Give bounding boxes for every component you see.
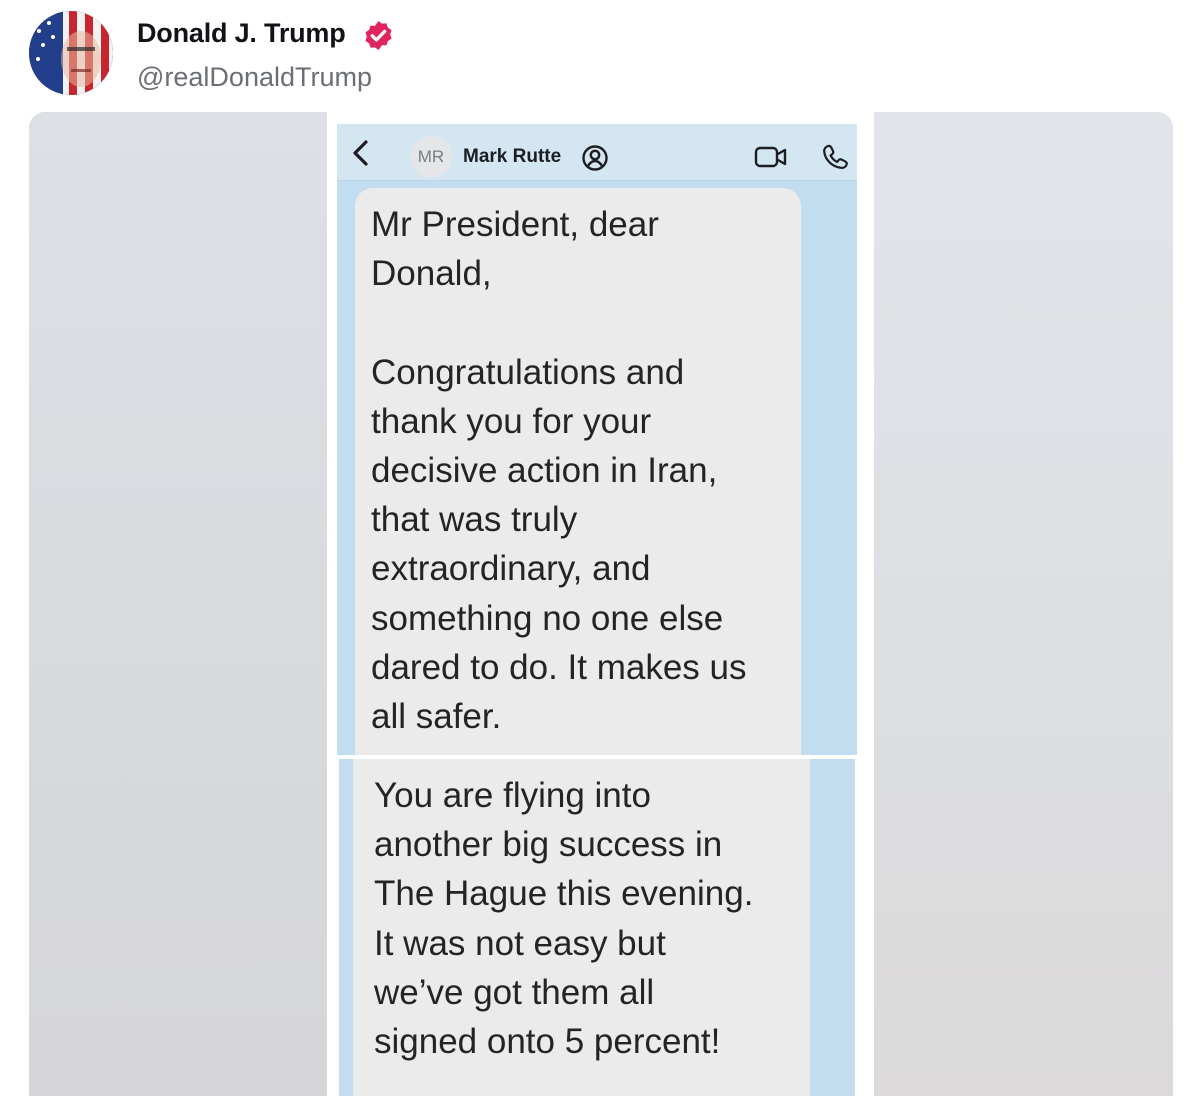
screenshot-panel-bottom: You are flying into another big success … xyxy=(339,759,855,1096)
message-screenshot: MR Mark Rutte Mr President, dear Donald,… xyxy=(327,112,874,1096)
message-text: Mr President, dear Donald, Congratulatio… xyxy=(371,205,747,737)
message-bubble: Mr President, dear Donald, Congratulatio… xyxy=(355,188,801,755)
image-backdrop-left xyxy=(29,112,327,1096)
verified-badge-icon xyxy=(362,19,395,52)
message-text: You are flying into another big success … xyxy=(374,776,754,1062)
avatar[interactable] xyxy=(29,11,113,95)
post-header: Donald J. Trump @realDonaldTrump xyxy=(0,0,1200,112)
contact-avatar: MR xyxy=(410,136,452,178)
message-bubble: You are flying into another big success … xyxy=(353,759,810,1096)
screenshot-panel-top: MR Mark Rutte Mr President, dear Donald,… xyxy=(337,124,857,755)
author-name[interactable]: Donald J. Trump xyxy=(137,18,346,49)
post-image[interactable]: MR Mark Rutte Mr President, dear Donald,… xyxy=(29,112,1173,1096)
chevron-left-icon xyxy=(349,138,373,168)
person-circle-icon xyxy=(580,143,610,173)
author-handle[interactable]: @realDonaldTrump xyxy=(137,62,372,93)
phone-icon xyxy=(821,143,851,171)
image-backdrop-right xyxy=(874,112,1173,1096)
chat-header: MR Mark Rutte xyxy=(337,124,857,181)
video-camera-icon xyxy=(754,145,788,169)
contact-name: Mark Rutte xyxy=(463,146,562,167)
